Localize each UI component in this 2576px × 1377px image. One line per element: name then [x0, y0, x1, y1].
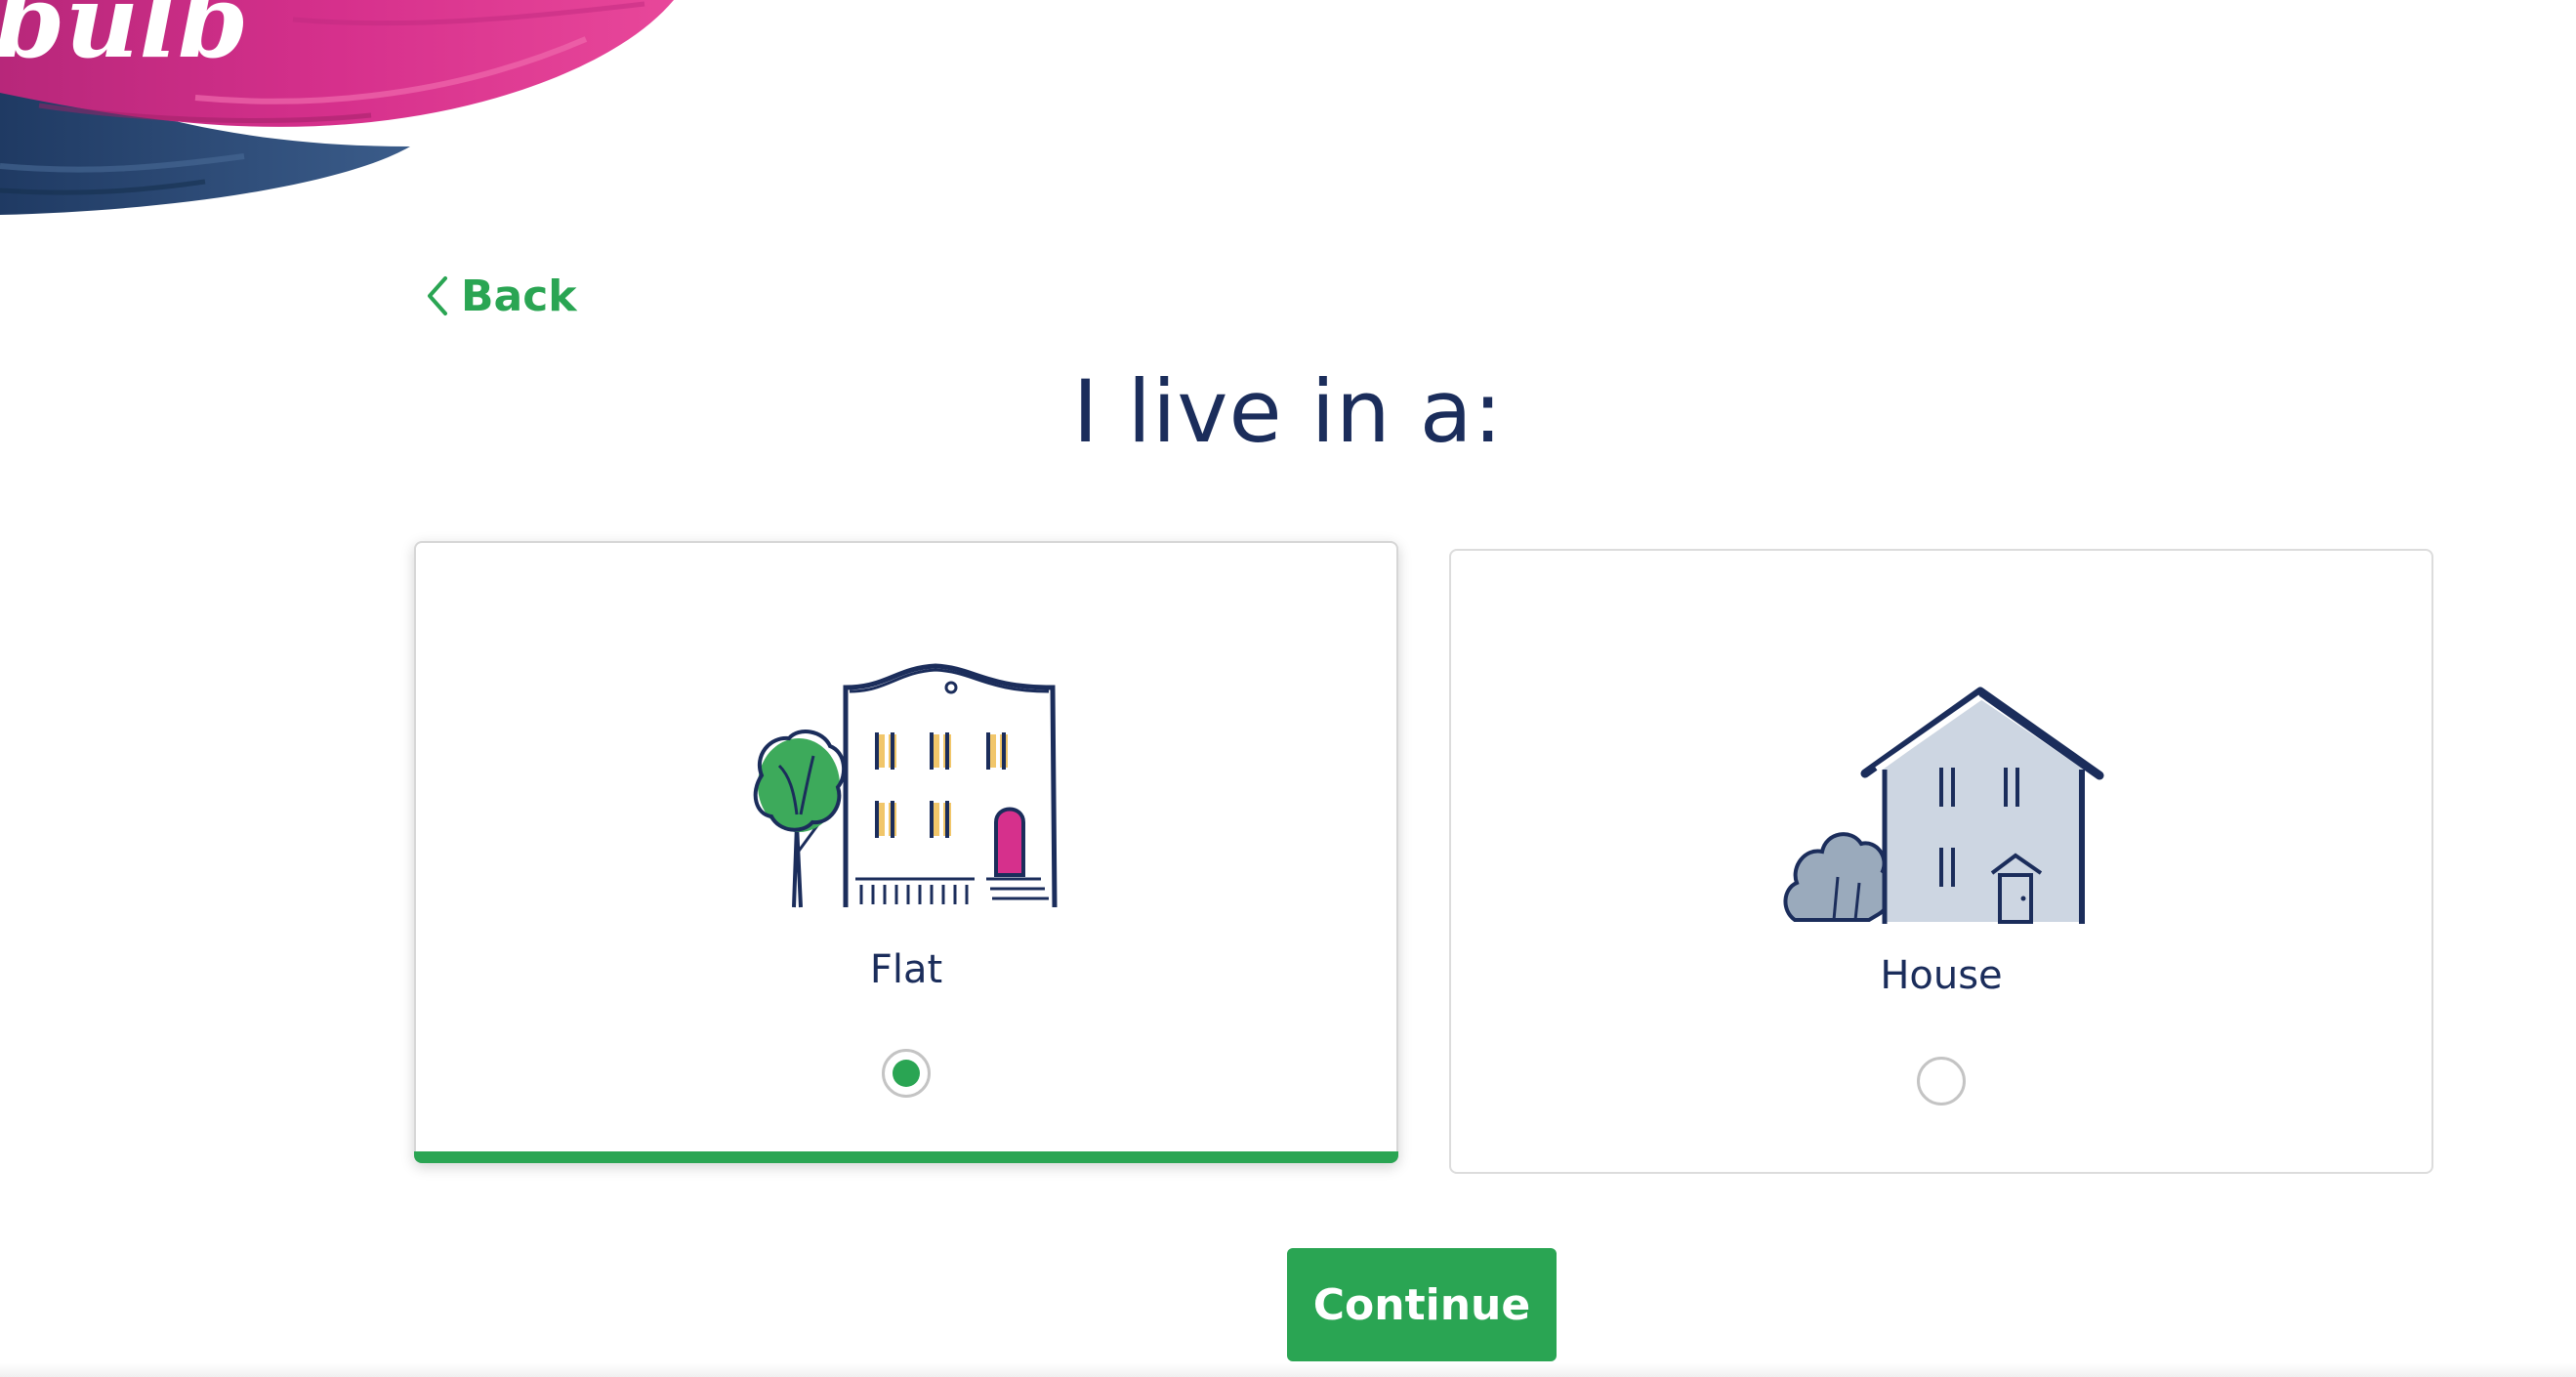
back-link[interactable]: Back: [424, 262, 577, 330]
page: bulb Back I live in a: Flat House Contin…: [0, 0, 2576, 1377]
page-title: I live in a:: [1072, 361, 1504, 462]
bulb-logo[interactable]: bulb: [0, 0, 723, 234]
back-label: Back: [461, 271, 577, 321]
continue-button[interactable]: Continue: [1287, 1248, 1557, 1361]
option-label-flat: Flat: [869, 947, 943, 992]
flat-building-icon: [753, 663, 1058, 908]
house-icon: [1783, 687, 2104, 924]
option-card-house[interactable]: House: [1449, 549, 2433, 1174]
option-label-house: House: [1880, 953, 2003, 998]
radio-flat[interactable]: [882, 1049, 931, 1098]
option-card-flat[interactable]: Flat: [414, 541, 1398, 1163]
brand-wordmark: bulb: [0, 0, 249, 81]
radio-house[interactable]: [1917, 1057, 1966, 1106]
radio-selected-dot: [893, 1060, 920, 1087]
bottom-shadow: [0, 1363, 2576, 1377]
chevron-left-icon: [428, 276, 447, 315]
